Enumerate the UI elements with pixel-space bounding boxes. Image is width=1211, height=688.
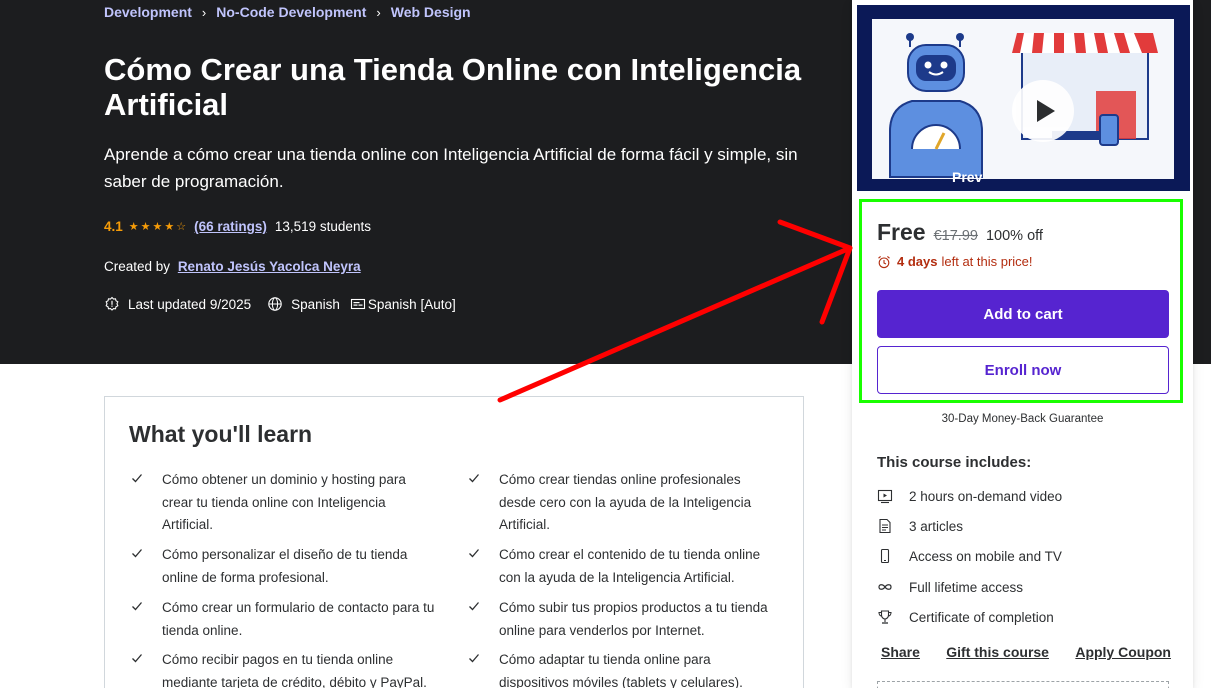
language-text: Spanish [291, 296, 340, 312]
instructor-link[interactable]: Renato Jesús Yacolca Neyra [178, 259, 361, 274]
infinity-icon [878, 584, 892, 590]
learn-item-text: Cómo adaptar tu tienda online para dispo… [499, 652, 743, 688]
include-item-text: 3 articles [909, 518, 964, 534]
coupon-box [877, 681, 1169, 688]
video-icon [877, 489, 893, 504]
captions: Spanish [Auto] [350, 296, 456, 312]
last-updated-text: Last updated 9/2025 [128, 296, 252, 312]
learn-item-text: Cómo crear tiendas online profesionales … [499, 472, 752, 532]
breadcrumb-development[interactable]: Development [104, 4, 192, 20]
learn-item-text: Cómo crear el contenido de tu tienda onl… [499, 547, 761, 585]
check-icon [469, 474, 479, 483]
students-count: 13,519 students [274, 219, 371, 234]
chevron-right-icon: › [376, 4, 381, 20]
learn-item-text: Cómo obtener un dominio y hosting para c… [162, 472, 406, 532]
learn-item: Cómo crear el contenido de tu tienda onl… [466, 544, 776, 589]
globe-icon [268, 297, 282, 311]
money-back-guarantee: 30-Day Money-Back Guarantee [941, 413, 1104, 425]
check-icon [469, 654, 479, 663]
learn-item-text: Cómo recibir pagos en tu tienda online m… [162, 652, 427, 688]
learn-item: Cómo obtener un dominio y hosting para c… [129, 469, 439, 537]
check-icon [469, 549, 479, 558]
apply-coupon-link[interactable]: Apply Coupon [1075, 644, 1171, 660]
include-item-certificate: Certificate of completion [877, 609, 1054, 625]
include-item-text: Certificate of completion [909, 609, 1054, 625]
play-icon[interactable] [1012, 80, 1074, 142]
course-title: Cómo Crear una Tienda Online con Intelig… [104, 52, 802, 122]
share-link[interactable]: Share [881, 644, 920, 660]
rating-row: 4.1 ★★★★☆ (66 ratings) 13,519 students [104, 219, 371, 234]
article-icon [879, 518, 891, 534]
course-preview-video[interactable]: Prev [857, 5, 1190, 191]
chevron-right-icon: › [201, 4, 207, 20]
highlight-box-annotation [859, 199, 1183, 403]
learn-item-text: Cómo crear un formulario de contacto par… [162, 600, 435, 638]
breadcrumb-web-design[interactable]: Web Design [391, 4, 471, 20]
learn-item: Cómo subir tus propios productos a tu ti… [466, 597, 776, 642]
created-by-row: Created by Renato Jesús Yacolca Neyra [104, 259, 361, 274]
include-item-text: 2 hours on-demand video [909, 488, 1063, 504]
mobile-icon [880, 548, 890, 564]
include-item-text: Access on mobile and TV [909, 548, 1062, 564]
alert-badge-icon [105, 296, 119, 311]
language: Spanish [267, 296, 340, 312]
sidebar-links: Share Gift this course Apply Coupon [881, 644, 1171, 660]
include-item-mobile: Access on mobile and TV [877, 548, 1062, 564]
trophy-icon [878, 610, 892, 624]
breadcrumb: Development › No-Code Development › Web … [104, 4, 471, 20]
include-item-video: 2 hours on-demand video [877, 488, 1062, 504]
gift-course-link[interactable]: Gift this course [946, 644, 1049, 660]
what-youll-learn-box: What you'll learn Cómo obtener un domini… [104, 396, 804, 688]
check-icon [469, 602, 479, 611]
breadcrumb-no-code-development[interactable]: No-Code Development [216, 4, 366, 20]
include-item-lifetime: Full lifetime access [877, 579, 1023, 595]
learn-item-text: Cómo subir tus propios productos a tu ti… [499, 600, 768, 638]
learn-item: Cómo crear un formulario de contacto par… [129, 597, 439, 642]
course-subtitle: Aprende a cómo crear una tienda online c… [104, 145, 798, 191]
learn-item: Cómo personalizar el diseño de tu tienda… [129, 544, 439, 589]
rating-value: 4.1 [104, 219, 123, 234]
created-by-label: Created by [104, 259, 171, 274]
check-icon [132, 474, 142, 483]
learn-item: Cómo crear tiendas online profesionales … [466, 469, 776, 537]
captions-icon [350, 298, 365, 310]
star-rating-icon: ★★★★☆ [128, 221, 189, 233]
check-icon [132, 602, 142, 611]
preview-thumbnail: Prev [872, 19, 1174, 185]
last-updated: Last updated 9/2025 [104, 296, 251, 312]
include-item-text: Full lifetime access [909, 579, 1024, 595]
course-includes-title: This course includes: [877, 454, 1032, 471]
learn-title: What you'll learn [129, 421, 313, 447]
course-meta-row: Last updated 9/2025 Spanish Spanish [Aut… [104, 296, 472, 312]
check-icon [132, 549, 142, 558]
preview-label: Prev [952, 169, 983, 185]
include-item-articles: 3 articles [877, 518, 963, 534]
learn-item: Cómo adaptar tu tienda online para dispo… [466, 649, 776, 688]
learn-item-text: Cómo personalizar el diseño de tu tienda… [162, 547, 408, 585]
check-icon [132, 654, 142, 663]
ratings-count-link[interactable]: (66 ratings) [194, 219, 267, 234]
captions-text: Spanish [Auto] [367, 296, 456, 312]
learn-item: Cómo recibir pagos en tu tienda online m… [129, 649, 439, 688]
